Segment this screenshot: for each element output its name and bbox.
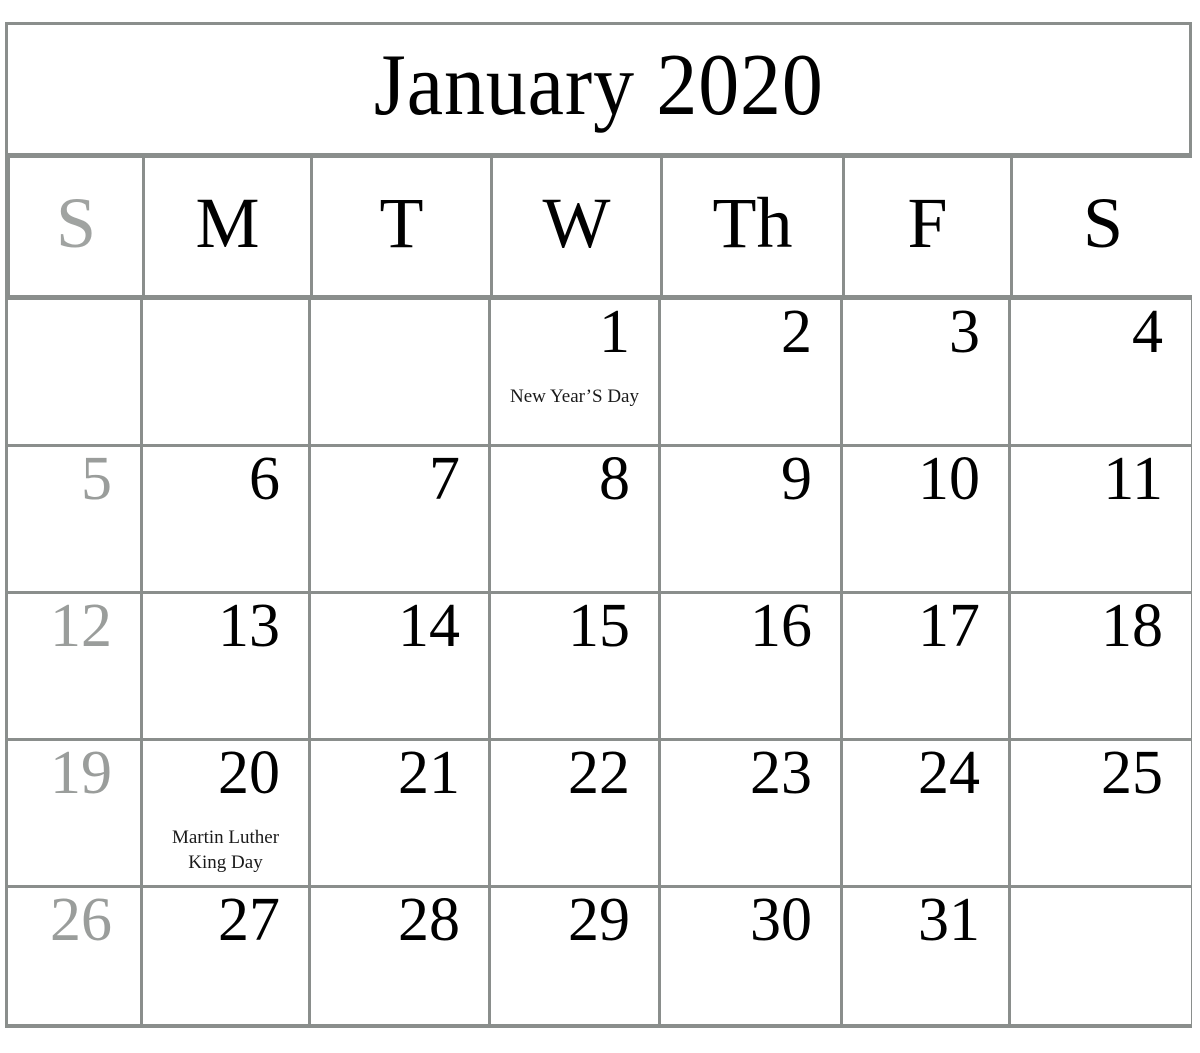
day-cell[interactable]: 15 [491,594,661,738]
weekday-header-label: M [195,182,260,263]
weekday-header-thursday: Th [663,158,845,295]
day-number: 17 [918,594,980,660]
day-number: 13 [218,594,280,660]
day-cell[interactable]: 6 [143,447,311,591]
calendar-week-row: 26 27 28 29 30 31 [8,888,1191,1024]
day-cell[interactable]: 10 [843,447,1011,591]
weekday-header-wednesday: W [493,158,663,295]
day-number: 26 [50,888,112,954]
weekday-header-label: F [907,182,948,263]
weekday-header-friday: F [845,158,1013,295]
weekday-header-saturday: S [1013,158,1193,295]
weekday-header-label: S [1082,182,1124,263]
weekday-header-label: W [542,182,611,263]
day-number: 2 [781,300,812,366]
weekday-header-row: S M T W Th F S [5,158,1193,300]
day-cell[interactable]: 23 [661,741,843,885]
day-number: 28 [398,888,460,954]
day-number: 20 [218,741,280,807]
day-number: 1 [599,300,630,366]
day-cell[interactable]: 16 [661,594,843,738]
day-number: 16 [750,594,812,660]
day-cell[interactable]: 17 [843,594,1011,738]
day-cell[interactable]: 8 [491,447,661,591]
calendar-week-row: 5 6 7 8 9 10 11 [8,447,1191,594]
weekday-header-tuesday: T [313,158,493,295]
day-cell[interactable]: 25 [1011,741,1191,885]
day-cell-empty [8,300,143,444]
day-cell[interactable]: 19 [8,741,143,885]
day-cell[interactable]: 26 [8,888,143,1024]
day-number: 31 [918,888,980,954]
day-number: 21 [398,741,460,807]
day-number: 18 [1101,594,1163,660]
day-cell[interactable]: 4 [1011,300,1191,444]
calendar-week-row: 19 20 Martin Luther King Day 21 22 23 24 25 [8,741,1191,888]
day-cell[interactable]: 29 [491,888,661,1024]
day-cell[interactable]: 28 [311,888,491,1024]
day-number: 30 [750,888,812,954]
weekday-header-label: S [55,182,97,263]
day-cell[interactable]: 22 [491,741,661,885]
day-number: 24 [918,741,980,807]
day-event-label: Martin Luther King Day [171,827,280,874]
day-cell[interactable]: 5 [8,447,143,591]
day-number: 7 [429,447,460,513]
day-cell[interactable]: 18 [1011,594,1191,738]
day-number: 22 [568,741,630,807]
weekday-header-sunday: S [10,158,145,295]
day-cell[interactable]: 3 [843,300,1011,444]
day-number: 19 [50,741,112,807]
calendar-week-grid: 1 New Year’S Day 2 3 4 5 6 7 8 9 10 11 12 13 14 15 16 17 1… [5,300,1192,1028]
day-number: 15 [568,594,630,660]
day-cell[interactable]: 12 [8,594,143,738]
day-cell[interactable]: 20 Martin Luther King Day [143,741,311,885]
day-cell[interactable]: 27 [143,888,311,1024]
day-cell-empty [143,300,311,444]
day-cell[interactable]: 1 New Year’S Day [491,300,661,444]
day-number: 4 [1132,300,1163,366]
calendar-week-row: 12 13 14 15 16 17 18 [8,594,1191,741]
monthly-calendar: January 2020 S M T W Th F S 1 New Year’S Day 2 3 4… [5,22,1193,1029]
day-number: 10 [918,447,980,513]
day-number: 12 [50,594,112,660]
day-number: 14 [398,594,460,660]
day-cell[interactable]: 21 [311,741,491,885]
calendar-week-row: 1 New Year’S Day 2 3 4 [8,300,1191,447]
weekday-header-label: T [379,182,424,263]
day-number: 11 [1103,447,1163,513]
day-cell-empty [311,300,491,444]
day-cell[interactable]: 24 [843,741,1011,885]
day-number: 25 [1101,741,1163,807]
day-number: 27 [218,888,280,954]
day-number: 29 [568,888,630,954]
day-event-label: New Year’S Day [510,386,639,407]
day-number: 8 [599,447,630,513]
day-number: 6 [249,447,280,513]
day-cell[interactable]: 14 [311,594,491,738]
day-number: 5 [81,447,112,513]
day-cell[interactable]: 30 [661,888,843,1024]
day-cell[interactable]: 11 [1011,447,1191,591]
day-number: 3 [949,300,980,366]
day-cell[interactable]: 31 [843,888,1011,1024]
day-cell[interactable]: 7 [311,447,491,591]
day-cell-empty [1011,888,1191,1024]
day-number: 23 [750,741,812,807]
day-number: 9 [781,447,812,513]
page-title: January 2020 [373,37,824,134]
day-cell[interactable]: 9 [661,447,843,591]
day-cell[interactable]: 13 [143,594,311,738]
day-cell[interactable]: 2 [661,300,843,444]
weekday-header-label: Th [712,182,793,263]
weekday-header-monday: M [145,158,313,295]
calendar-title-bar: January 2020 [5,22,1192,158]
